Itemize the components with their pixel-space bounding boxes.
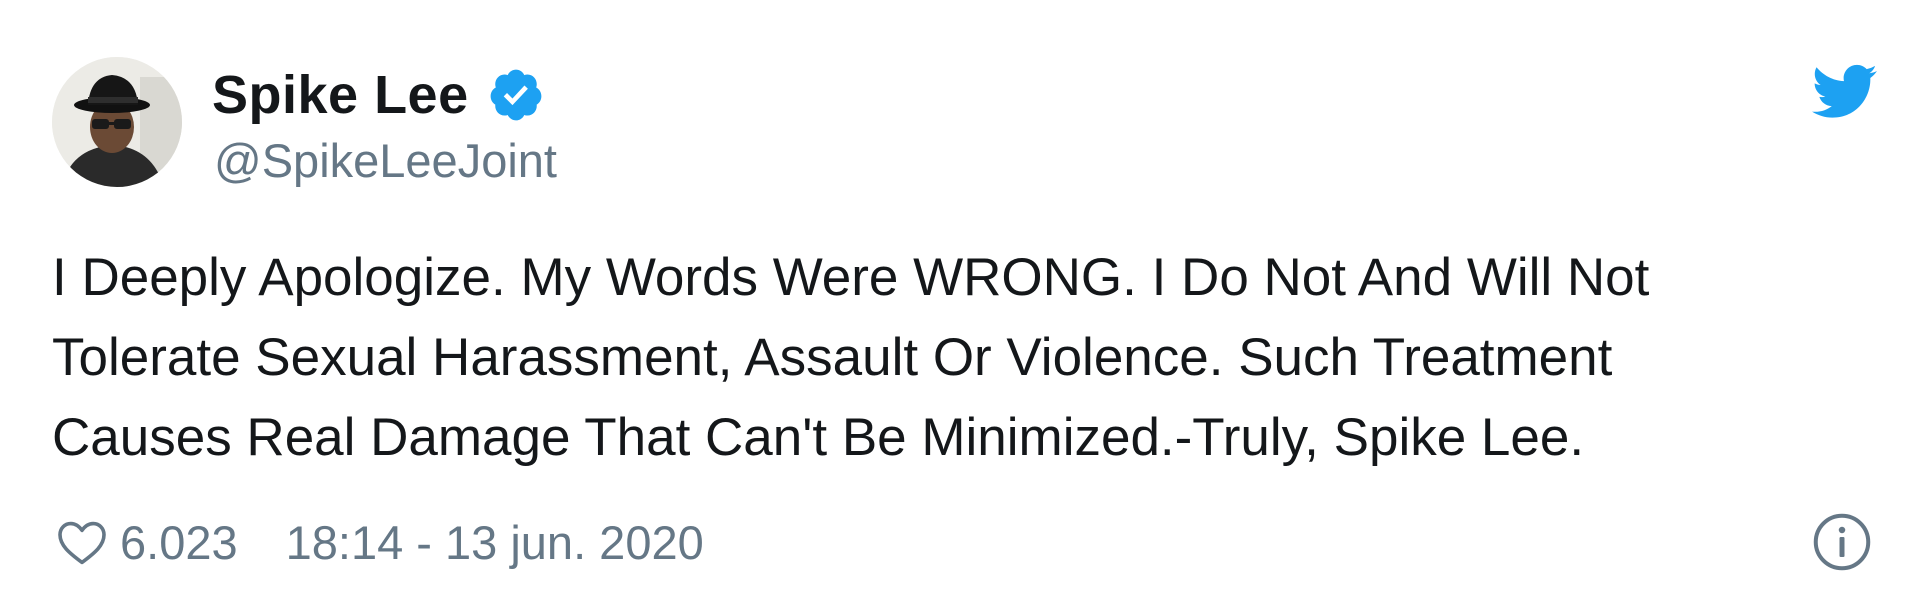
verified-badge-icon [490,69,541,121]
tweet-text-line: Causes Real Damage That Can't Be Minimiz… [52,408,1585,467]
heart-icon[interactable] [56,518,108,566]
twitter-bird-icon[interactable] [1812,64,1878,120]
author-handle[interactable]: @SpikeLeeJoint [214,133,557,189]
tweet-text-line: I Deeply Apologize. My Words Were WRONG.… [52,248,1650,307]
tweet-text-line: Tolerate Sexual Harassment, Assault Or V… [52,328,1613,387]
avatar-photo [52,57,182,187]
tweet-card: Spike Lee @SpikeLeeJoint I Deeply Apolog… [0,0,1920,602]
author-name-row[interactable]: Spike Lee [212,64,545,126]
like-count[interactable]: 6.023 [120,515,238,570]
author-display-name[interactable]: Spike Lee [212,64,469,126]
info-icon[interactable] [1812,512,1872,572]
avatar[interactable] [52,57,182,187]
tweet-text: I Deeply Apologize. My Words Were WRONG.… [52,238,1852,478]
tweet-footer: 6.023 18:14 - 13 jun. 2020 [56,512,704,572]
tweet-timestamp[interactable]: 18:14 - 13 jun. 2020 [286,515,704,570]
